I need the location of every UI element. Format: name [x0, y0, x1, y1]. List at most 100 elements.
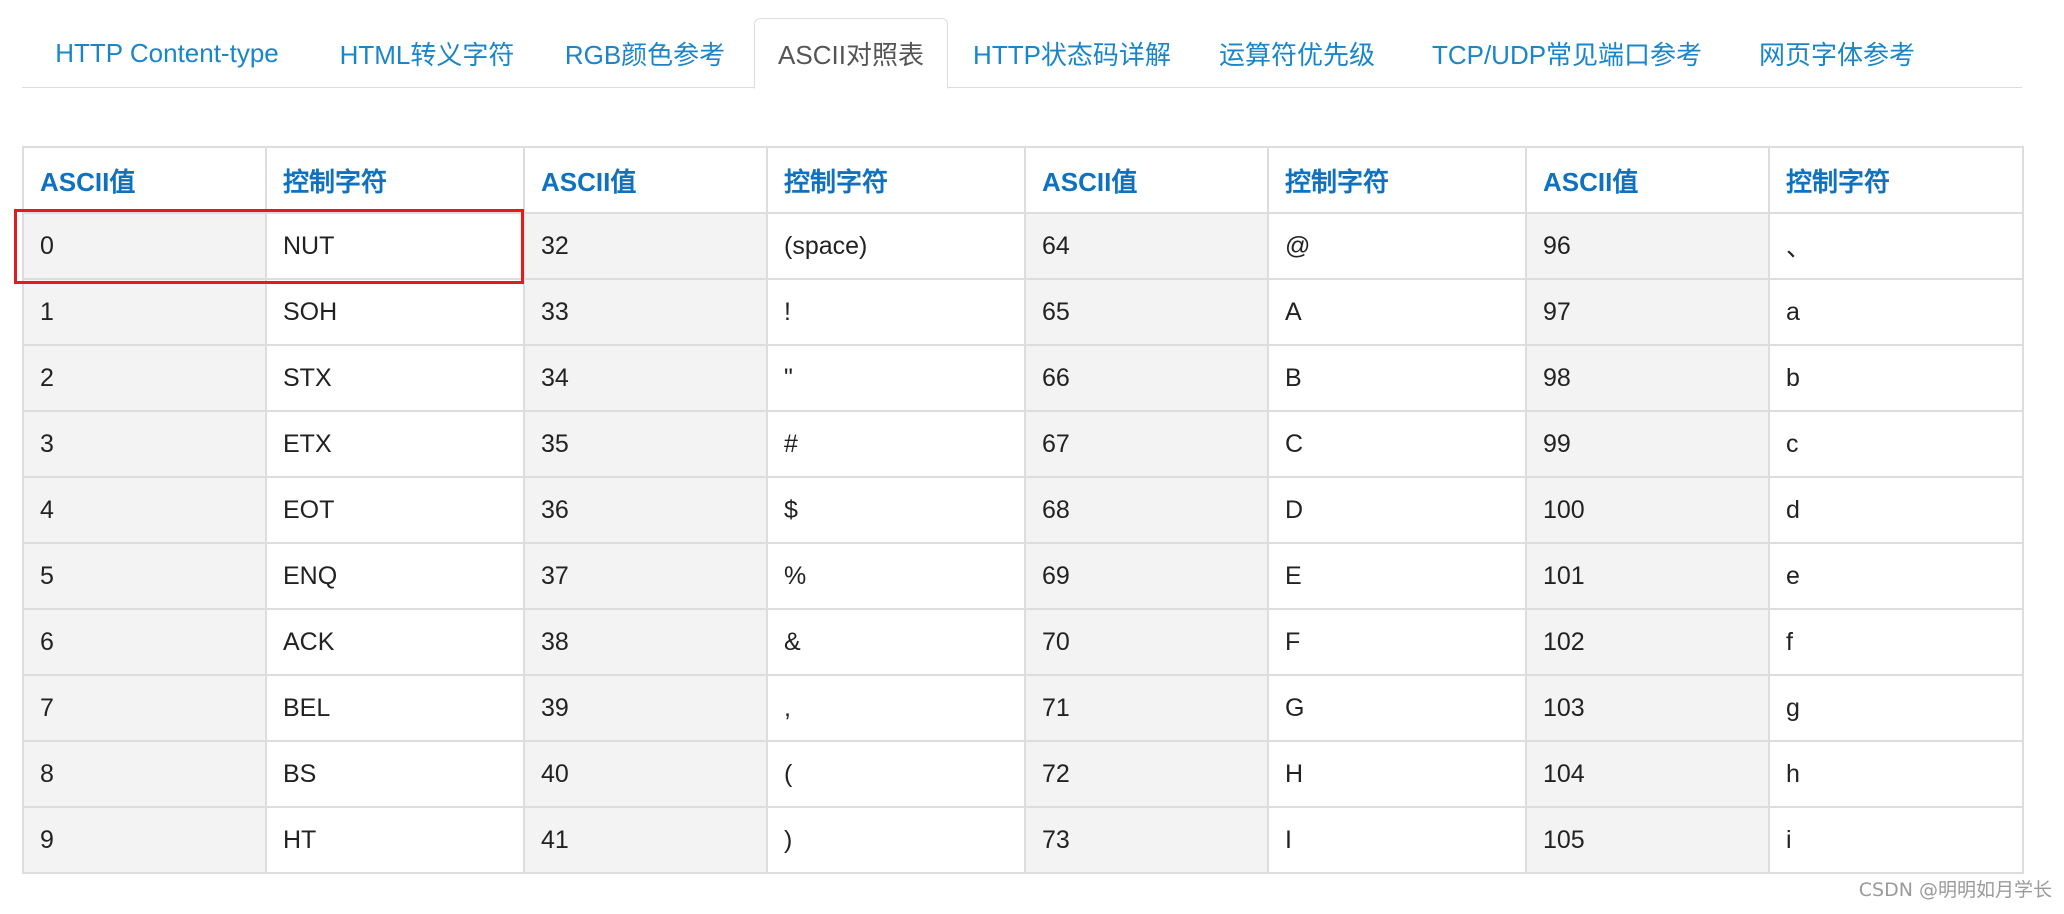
- control-char-cell: ENQ: [265, 542, 525, 610]
- control-char-cell: ACK: [265, 608, 525, 676]
- ascii-value-cell: 97: [1525, 278, 1770, 346]
- table-row: 5 ENQ 37% 69 E 101 e: [22, 542, 2024, 610]
- control-char-cell: 、: [1768, 212, 2024, 280]
- control-char-cell: #: [766, 410, 1026, 478]
- control-char-cell: i: [1768, 806, 2024, 874]
- tab-tcp-udp-ports[interactable]: TCP/UDP常见端口参考: [1402, 18, 1732, 88]
- tab-http-status[interactable]: HTTP状态码详解: [952, 18, 1192, 88]
- control-char-cell: b: [1768, 344, 2024, 412]
- control-char-cell: !: [766, 278, 1026, 346]
- tab-bar: HTTP Content-type HTML转义字符 RGB颜色参考 ASCII…: [22, 18, 2022, 89]
- ascii-value-cell: 9: [22, 806, 267, 874]
- column-header-ascii-value: ASCII值: [1024, 146, 1269, 214]
- control-char-cell: h: [1768, 740, 2024, 808]
- ascii-value-cell: 0: [22, 212, 267, 280]
- control-char-cell: NUT: [265, 212, 525, 280]
- ascii-value-cell: 104: [1525, 740, 1770, 808]
- control-char-cell: ETX: [265, 410, 525, 478]
- table-row: 6 ACK 38 & 70 F 102 f: [22, 608, 2024, 676]
- ascii-value-cell: 33: [523, 278, 768, 346]
- ascii-value-cell: 1: [22, 278, 267, 346]
- ascii-value-cell: 36: [523, 476, 768, 544]
- ascii-value-cell: 96: [1525, 212, 1770, 280]
- control-char-cell: c: [1768, 410, 2024, 478]
- control-char-cell: f: [1768, 608, 2024, 676]
- column-header-control-char: 控制字符: [1267, 146, 1527, 214]
- table-row: 4 EOT 36 $68 D 100 d: [22, 476, 2024, 544]
- ascii-value-cell: 72: [1024, 740, 1269, 808]
- ascii-value-cell: 4: [22, 476, 267, 544]
- ascii-value-cell: 8: [22, 740, 267, 808]
- column-header-control-char: 控制字符: [766, 146, 1026, 214]
- control-char-cell: I: [1267, 806, 1527, 874]
- ascii-value-cell: 37: [523, 542, 768, 610]
- ascii-value-cell: 38: [523, 608, 768, 676]
- ascii-value-cell: 35: [523, 410, 768, 478]
- table-header-row: ASCII值 控制字符 ASCII值 控制字符 ASCII值 控制字符 ASCI…: [22, 146, 2024, 214]
- table-row: 3 ETX 35 #67 C 99 c: [22, 410, 2024, 478]
- ascii-value-cell: 2: [22, 344, 267, 412]
- control-char-cell: @: [1267, 212, 1527, 280]
- tab-web-fonts[interactable]: 网页字体参考: [1732, 18, 1942, 88]
- tab-operator-precedence[interactable]: 运算符优先级: [1192, 18, 1402, 88]
- ascii-value-cell: 34: [523, 344, 768, 412]
- table-row: 9 HT 41) 73 I 105 i: [22, 806, 2024, 874]
- page: HTTP Content-type HTML转义字符 RGB颜色参考 ASCII…: [0, 0, 2064, 914]
- control-char-cell: d: [1768, 476, 2024, 544]
- control-char-cell: g: [1768, 674, 2024, 742]
- column-header-ascii-value: ASCII值: [523, 146, 768, 214]
- ascii-value-cell: 40: [523, 740, 768, 808]
- ascii-value-cell: 67: [1024, 410, 1269, 478]
- table-row: 2 STX 34 " 66 B 98 b: [22, 344, 2024, 412]
- control-char-cell: G: [1267, 674, 1527, 742]
- control-char-cell: &: [766, 608, 1026, 676]
- ascii-value-cell: 103: [1525, 674, 1770, 742]
- ascii-value-cell: 64: [1024, 212, 1269, 280]
- ascii-value-cell: 7: [22, 674, 267, 742]
- control-char-cell: %: [766, 542, 1026, 610]
- tab-http-content-type[interactable]: HTTP Content-type: [22, 18, 312, 88]
- ascii-value-cell: 41: [523, 806, 768, 874]
- table-row: 8 BS 40(72 H 104 h: [22, 740, 2024, 808]
- control-char-cell: F: [1267, 608, 1527, 676]
- tab-ascii-table[interactable]: ASCII对照表: [754, 18, 948, 89]
- table-row: 1 SOH 33! 65 A 97 a: [22, 278, 2024, 346]
- control-char-cell: STX: [265, 344, 525, 412]
- control-char-cell: BEL: [265, 674, 525, 742]
- ascii-table: ASCII值 控制字符 ASCII值 控制字符 ASCII值 控制字符 ASCI…: [22, 146, 2024, 874]
- column-header-ascii-value: ASCII值: [22, 146, 267, 214]
- control-char-cell: C: [1267, 410, 1527, 478]
- ascii-value-cell: 66: [1024, 344, 1269, 412]
- table-row: 7 BEL 39, 71 G 103 g: [22, 674, 2024, 742]
- ascii-value-cell: 32: [523, 212, 768, 280]
- ascii-value-cell: 69: [1024, 542, 1269, 610]
- ascii-value-cell: 3: [22, 410, 267, 478]
- watermark: CSDN @明明如月学长: [1858, 879, 2052, 901]
- ascii-value-cell: 100: [1525, 476, 1770, 544]
- tab-rgb-colors[interactable]: RGB颜色参考: [542, 18, 748, 88]
- ascii-value-cell: 70: [1024, 608, 1269, 676]
- ascii-value-cell: 65: [1024, 278, 1269, 346]
- ascii-value-cell: 99: [1525, 410, 1770, 478]
- control-char-cell: ): [766, 806, 1026, 874]
- table-body: 0 NUT 32 (space) 64 @96、 1 SOH 33! 65 A 97 a 2 STX 34 " 6…: [22, 212, 2024, 874]
- ascii-value-cell: 6: [22, 608, 267, 676]
- ascii-value-cell: 101: [1525, 542, 1770, 610]
- ascii-value-cell: 5: [22, 542, 267, 610]
- control-char-cell: BS: [265, 740, 525, 808]
- ascii-value-cell: 102: [1525, 608, 1770, 676]
- control-char-cell: EOT: [265, 476, 525, 544]
- column-header-control-char: 控制字符: [265, 146, 525, 214]
- control-char-cell: a: [1768, 278, 2024, 346]
- column-header-control-char: 控制字符: [1768, 146, 2024, 214]
- ascii-value-cell: 98: [1525, 344, 1770, 412]
- column-header-ascii-value: ASCII值: [1525, 146, 1770, 214]
- control-char-cell: ,: [766, 674, 1026, 742]
- table-row: 0 NUT 32 (space) 64 @96、: [22, 212, 2024, 280]
- ascii-value-cell: 39: [523, 674, 768, 742]
- control-char-cell: (space): [766, 212, 1026, 280]
- tab-html-escape[interactable]: HTML转义字符: [312, 18, 542, 88]
- control-char-cell: ": [766, 344, 1026, 412]
- ascii-value-cell: 71: [1024, 674, 1269, 742]
- control-char-cell: A: [1267, 278, 1527, 346]
